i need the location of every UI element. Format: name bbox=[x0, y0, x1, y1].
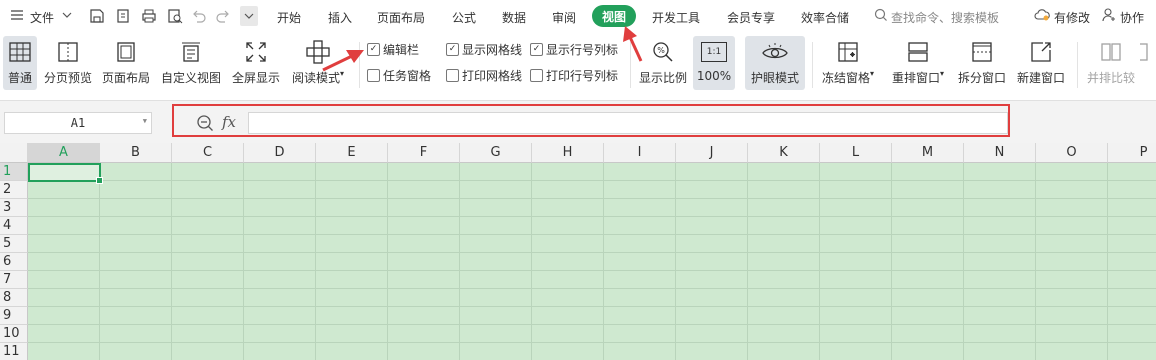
column-header[interactable]: B bbox=[100, 143, 172, 163]
column-header[interactable]: G bbox=[460, 143, 532, 163]
cell-area[interactable] bbox=[28, 163, 1156, 360]
column-header[interactable]: P bbox=[1108, 143, 1156, 163]
fill-handle[interactable] bbox=[96, 177, 103, 184]
column-header[interactable]: D bbox=[244, 143, 316, 163]
column-header[interactable]: N bbox=[964, 143, 1036, 163]
name-box-value: A1 bbox=[70, 116, 86, 130]
row-header[interactable]: 7 bbox=[0, 271, 28, 289]
column-header[interactable]: C bbox=[172, 143, 244, 163]
row-header[interactable]: 6 bbox=[0, 253, 28, 271]
row-header[interactable]: 5 bbox=[0, 235, 28, 253]
select-all-corner[interactable] bbox=[0, 143, 28, 163]
column-header[interactable]: F bbox=[388, 143, 460, 163]
row-header[interactable]: 3 bbox=[0, 199, 28, 217]
row-header[interactable]: 8 bbox=[0, 289, 28, 307]
column-header[interactable]: O bbox=[1036, 143, 1108, 163]
row-header[interactable]: 1 bbox=[0, 163, 28, 181]
column-header[interactable]: M bbox=[892, 143, 964, 163]
column-header[interactable]: E bbox=[316, 143, 388, 163]
column-header[interactable]: K bbox=[748, 143, 820, 163]
column-header[interactable]: I bbox=[604, 143, 676, 163]
row-header[interactable]: 11 bbox=[0, 343, 28, 360]
column-header[interactable]: A bbox=[28, 143, 100, 163]
row-header[interactable]: 10 bbox=[0, 325, 28, 343]
active-cell[interactable] bbox=[28, 163, 103, 184]
row-header[interactable]: 4 bbox=[0, 217, 28, 235]
column-header[interactable]: L bbox=[820, 143, 892, 163]
row-header[interactable]: 9 bbox=[0, 307, 28, 325]
formula-bar: A1 ▼ fx bbox=[0, 101, 1156, 143]
formula-bar-highlight bbox=[172, 104, 1010, 137]
spreadsheet-grid: A B C D E F G H I J K L M N O P 1 2 3 4 … bbox=[0, 143, 1156, 360]
arrow-to-view-tab bbox=[623, 26, 643, 62]
column-header[interactable]: H bbox=[532, 143, 604, 163]
row-header[interactable]: 2 bbox=[0, 181, 28, 199]
chevron-down-icon[interactable]: ▼ bbox=[143, 117, 147, 125]
arrow-to-formula-bar-checkbox bbox=[322, 50, 364, 72]
name-box[interactable]: A1 ▼ bbox=[4, 112, 152, 134]
column-header[interactable]: J bbox=[676, 143, 748, 163]
